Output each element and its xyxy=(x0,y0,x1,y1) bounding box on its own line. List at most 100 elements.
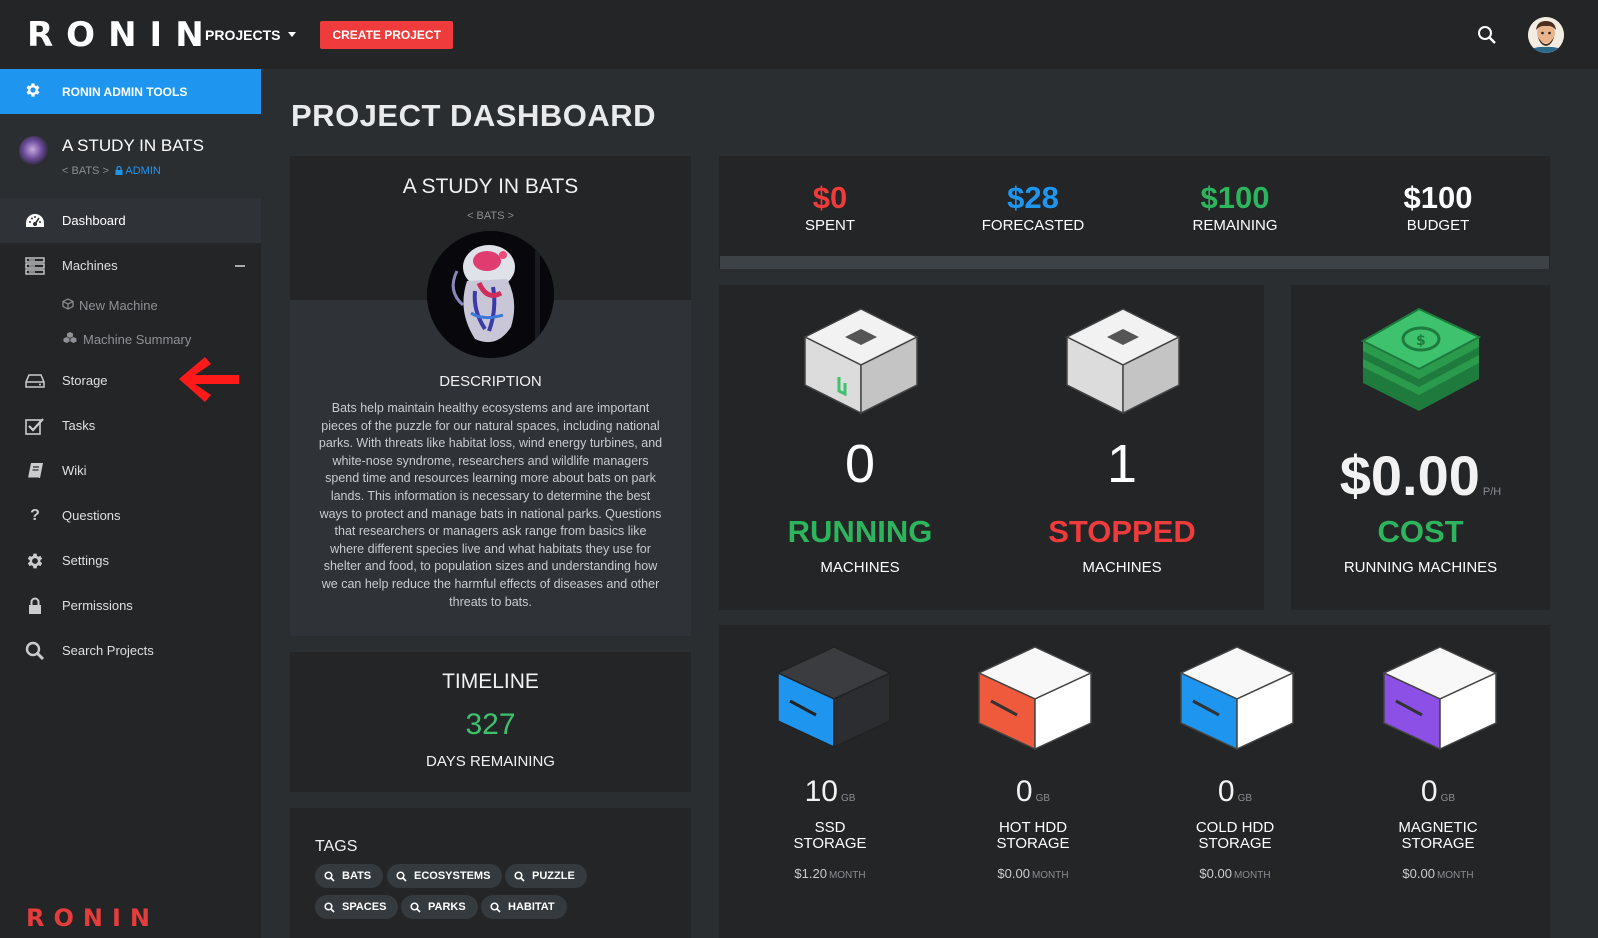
sidebar-project-slug: < BATS > xyxy=(62,165,109,177)
forecasted-value: $28 xyxy=(1007,180,1059,215)
svg-text:$: $ xyxy=(1416,333,1426,349)
user-avatar[interactable] xyxy=(1528,16,1564,53)
spent-value: $0 xyxy=(812,180,848,215)
cost-value-row: $0.00 P/H xyxy=(1291,443,1550,508)
search-icon xyxy=(24,640,46,662)
budget-spent: $0 SPENT xyxy=(730,180,930,234)
sidebar-item-tasks[interactable]: Tasks xyxy=(0,403,261,448)
running-machine-icon xyxy=(803,308,919,415)
sidebar-item-settings[interactable]: Settings xyxy=(0,538,261,583)
storage-card: 10 GB SSD STORAGE $1.20 MONTH 0 GB HOT HDD ST… xyxy=(719,625,1550,938)
spent-label: SPENT xyxy=(804,217,855,234)
tag-chip[interactable]: SPACES xyxy=(315,895,399,919)
gear-icon xyxy=(24,81,44,102)
ronin-logo[interactable]: RONIN xyxy=(27,15,204,55)
tag-chip[interactable]: BATS xyxy=(315,864,384,888)
lock-icon xyxy=(24,595,46,617)
projects-menu[interactable]: PROJECTS xyxy=(205,26,297,43)
stopped-machine-icon xyxy=(1065,308,1181,415)
dashboard-icon xyxy=(24,210,46,232)
sidebar-project-subtitle: < BATS > ADMIN xyxy=(62,165,161,177)
budget-progress-bar xyxy=(720,256,1549,269)
search-icon[interactable] xyxy=(1476,24,1498,46)
ssd-amount: 10 GB xyxy=(804,775,856,808)
money-stack-icon: $ xyxy=(1360,307,1482,411)
admin-tools-link[interactable]: RONIN ADMIN TOOLS xyxy=(0,69,261,114)
sidebar-item-search-projects[interactable]: Search Projects xyxy=(0,628,261,673)
project-avatar xyxy=(19,136,49,166)
page-title: PROJECT DASHBOARD xyxy=(291,98,657,133)
admin-tools-label: RONIN ADMIN TOOLS xyxy=(62,84,188,99)
budget-card: $0 SPENT $28 FORECASTED $100 REMAINING $… xyxy=(719,156,1550,269)
running-count: 0 xyxy=(844,434,876,494)
running-label: MACHINES xyxy=(820,559,900,576)
search-icon xyxy=(410,901,421,913)
cube-icon xyxy=(62,297,74,313)
cold-hdd-price: $0.00 MONTH xyxy=(1199,866,1271,881)
chevron-down-icon xyxy=(288,32,297,37)
cost-card: $ $0.00 P/H COST RUNNING MACHINES xyxy=(1291,285,1550,610)
cost-unit: P/H xyxy=(1482,486,1502,498)
days-remaining-value: 327 xyxy=(465,708,516,741)
sidebar-subitem-machine-summary[interactable]: Machine Summary xyxy=(0,322,261,356)
sidebar: RONIN ADMIN TOOLS A STUDY IN BATS < BATS… xyxy=(0,69,261,938)
sidebar-item-permissions[interactable]: Permissions xyxy=(0,583,261,628)
budget-total: $100 BUDGET xyxy=(1338,180,1538,234)
days-remaining-label: DAYS REMAINING xyxy=(426,753,555,770)
create-project-button[interactable]: CREATE PROJECT xyxy=(320,20,453,49)
search-icon xyxy=(324,870,335,882)
stopped-state: STOPPED xyxy=(1048,514,1196,549)
sidebar-item-wiki[interactable]: Wiki xyxy=(0,448,261,493)
book-icon xyxy=(24,460,46,482)
hot-hdd-storage-icon xyxy=(977,646,1093,751)
cost-label: RUNNING MACHINES xyxy=(1343,559,1498,576)
sidebar-item-questions[interactable]: ? Questions xyxy=(0,493,261,538)
tag-chip[interactable]: PUZZLE xyxy=(505,864,587,888)
collapse-icon[interactable] xyxy=(235,265,245,267)
hot-hdd-name: HOT HDD STORAGE xyxy=(996,819,1070,852)
question-icon: ? xyxy=(30,506,40,524)
server-icon xyxy=(24,255,46,277)
magnetic-amount: 0 GB xyxy=(1420,775,1456,808)
description-heading: DESCRIPTION xyxy=(439,373,542,390)
ssd-name: SSD STORAGE xyxy=(793,819,867,852)
cold-hdd-amount: 0 GB xyxy=(1217,775,1253,808)
budget-forecasted: $28 FORECASTED xyxy=(933,180,1133,234)
budget-label: BUDGET xyxy=(1406,217,1470,234)
tag-chip[interactable]: HABITAT xyxy=(481,895,567,919)
hot-hdd-price: $0.00 MONTH xyxy=(997,866,1069,881)
project-title: A STUDY IN BATS xyxy=(402,175,579,198)
sidebar-item-machines[interactable]: Machines xyxy=(0,243,261,288)
timeline-card: TIMELINE 327 DAYS REMAINING xyxy=(290,652,691,792)
hot-hdd-amount: 0 GB xyxy=(1015,775,1051,808)
cost-value: $0.00 xyxy=(1339,444,1480,507)
checkbox-icon xyxy=(24,415,46,437)
project-description: Bats help maintain healthy ecosystems an… xyxy=(318,401,663,609)
hard-drive-icon xyxy=(24,370,46,392)
red-arrow-annotation xyxy=(179,357,239,402)
footer-logo: RONIN xyxy=(26,904,159,932)
magnetic-price: $0.00 MONTH xyxy=(1402,866,1474,881)
magnetic-name: MAGNETIC STORAGE xyxy=(1398,819,1478,852)
tags-card: TAGS BATS ECOSYSTEMS PUZZLE SPACES PARKS… xyxy=(290,808,691,938)
cold-hdd-name: COLD HDD STORAGE xyxy=(1195,819,1275,852)
project-image xyxy=(427,231,554,358)
tags-title: TAGS xyxy=(315,838,358,855)
machines-card: 0 RUNNING MACHINES 1 STOPPED MACHINES xyxy=(719,285,1264,610)
tag-chip[interactable]: ECOSYSTEMS xyxy=(387,864,503,888)
remaining-label: REMAINING xyxy=(1192,217,1278,234)
stopped-label: MACHINES xyxy=(1082,559,1162,576)
sidebar-project-title: A STUDY IN BATS xyxy=(62,136,205,155)
budget-remaining: $100 REMAINING xyxy=(1135,180,1335,234)
ssd-price: $1.20 MONTH xyxy=(794,866,866,881)
projects-menu-label: PROJECTS xyxy=(205,26,281,43)
admin-role-badge: ADMIN xyxy=(112,165,161,177)
cost-state: COST xyxy=(1377,514,1464,549)
search-icon xyxy=(490,901,501,913)
sidebar-project-header[interactable]: A STUDY IN BATS < BATS > ADMIN xyxy=(0,114,261,198)
tag-chip[interactable]: PARKS xyxy=(401,895,478,919)
sidebar-subitem-new-machine[interactable]: New Machine xyxy=(0,288,261,322)
search-icon xyxy=(396,870,407,882)
sidebar-item-dashboard[interactable]: Dashboard xyxy=(0,198,261,243)
stopped-count: 1 xyxy=(1106,434,1138,494)
